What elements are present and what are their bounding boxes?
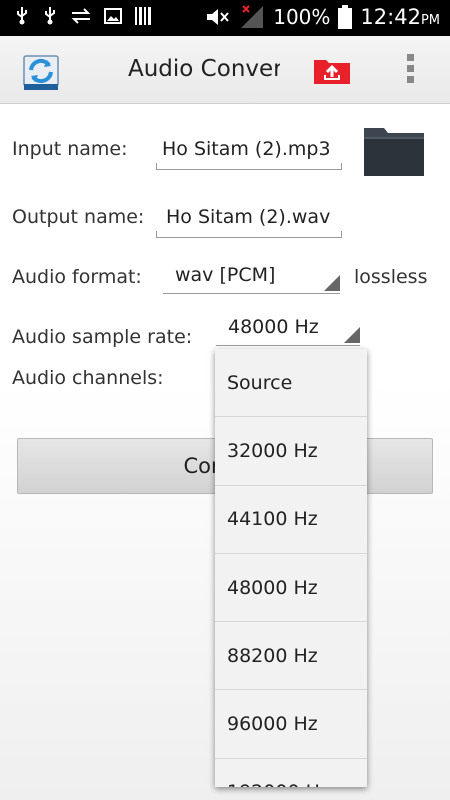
overflow-dot: [406, 76, 414, 83]
audio-format-spinner[interactable]: wav [PCM]: [163, 258, 340, 294]
audio-format-label: Audio format:: [12, 266, 142, 288]
audio-channels-label: Audio channels:: [12, 367, 164, 389]
usb-icon: [45, 7, 55, 25]
data-transfer-icon: [71, 8, 91, 24]
audio-format-value: wav [PCM]: [175, 264, 276, 286]
input-name-field[interactable]: Ho Sitam (2).mp3: [156, 130, 342, 170]
app-title: Audio Converter: [128, 56, 280, 82]
format-note: lossless: [354, 266, 428, 288]
dropdown-option-32000[interactable]: 32000 Hz: [215, 417, 367, 486]
barcode-icon: [135, 7, 151, 25]
app-logo-icon[interactable]: [20, 50, 62, 92]
overflow-menu-icon[interactable]: [403, 54, 417, 88]
clock: 12:42PM: [360, 5, 440, 29]
overflow-dot: [406, 54, 414, 61]
spinner-arrow-icon: [344, 327, 360, 343]
dropdown-option-88200[interactable]: 88200 Hz: [215, 622, 367, 691]
action-bar: Audio Converter: [0, 36, 450, 104]
signal-icon: [241, 5, 264, 28]
notification-icons: [14, 6, 152, 26]
dropdown-option-192000[interactable]: 192000 Hz: [215, 759, 367, 787]
battery-percent: 100%: [273, 5, 331, 29]
clock-time: 12:42: [360, 5, 421, 29]
output-name-field[interactable]: Ho Sitam (2).wav: [156, 198, 342, 238]
dropdown-option-44100[interactable]: 44100 Hz: [215, 486, 367, 554]
image-icon: [104, 8, 122, 24]
clock-ampm: PM: [420, 13, 440, 28]
spinner-arrow-icon: [324, 275, 340, 291]
folder-icon[interactable]: [362, 122, 426, 178]
status-bar: 100% 12:42PM: [0, 0, 450, 36]
mute-icon: [207, 9, 229, 25]
dropdown-option-source[interactable]: Source: [215, 349, 367, 418]
sample-rate-spinner[interactable]: 48000 Hz: [216, 310, 360, 346]
input-name-label: Input name:: [12, 138, 128, 160]
overflow-dot: [406, 65, 414, 72]
battery-icon: [338, 5, 353, 29]
sample-rate-dropdown: Source 32000 Hz 44100 Hz 48000 Hz 88200 …: [215, 349, 367, 787]
usb-icon: [17, 7, 27, 25]
sample-rate-value: 48000 Hz: [228, 316, 319, 338]
share-icon[interactable]: [312, 54, 352, 86]
dropdown-option-96000[interactable]: 96000 Hz: [215, 690, 367, 759]
dropdown-option-48000[interactable]: 48000 Hz: [215, 554, 367, 623]
sample-rate-label: Audio sample rate:: [12, 326, 193, 348]
output-name-label: Output name:: [12, 206, 145, 228]
